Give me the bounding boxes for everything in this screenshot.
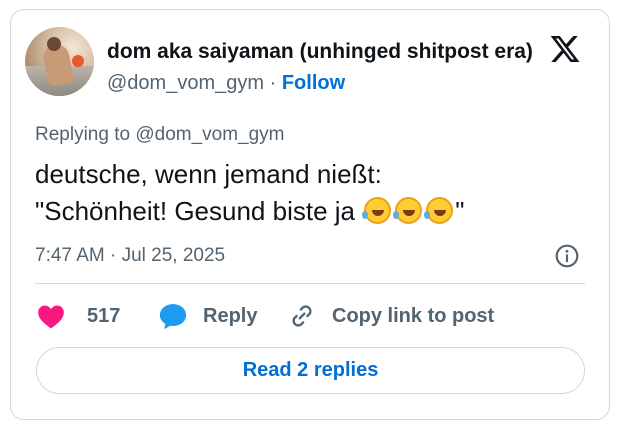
copy-link-label: Copy link to post <box>332 304 495 327</box>
rolling-on-floor-laughing-icon <box>424 197 454 224</box>
x-logo-icon[interactable] <box>548 33 582 65</box>
avatar[interactable] <box>25 27 94 96</box>
follow-link[interactable]: Follow <box>282 72 345 94</box>
replying-to[interactable]: Replying to @dom_vom_gym <box>35 124 285 146</box>
info-icon[interactable] <box>554 243 580 269</box>
link-icon <box>292 305 312 327</box>
handle-row: @dom_vom_gym · Follow <box>107 72 345 95</box>
heart-icon <box>38 305 64 329</box>
timestamp[interactable]: 7:47 AM · Jul 25, 2025 <box>35 245 225 267</box>
reply-bubble-icon <box>159 304 187 330</box>
reply-button[interactable]: Reply <box>158 303 258 330</box>
rolling-on-floor-laughing-icon <box>393 197 423 224</box>
separator-dot: · <box>269 72 277 94</box>
tweet-line-2-close-quote: " <box>455 196 465 226</box>
rolling-on-floor-laughing-icon <box>362 197 392 224</box>
divider <box>35 283 585 284</box>
reply-label: Reply <box>203 304 258 327</box>
like-button[interactable]: 517 <box>37 303 120 329</box>
copy-link-button[interactable]: Copy link to post <box>288 303 494 329</box>
author-handle[interactable]: @dom_vom_gym <box>107 72 264 94</box>
tweet-text: deutsche, wenn jemand nießt: "Schönheit!… <box>35 156 464 230</box>
tweet-line-2-text: "Schönheit! Gesund biste ja <box>35 196 363 226</box>
read-replies-button[interactable]: Read 2 replies <box>36 347 585 394</box>
tweet-line-2: "Schönheit! Gesund biste ja " <box>35 193 464 230</box>
like-count: 517 <box>87 304 121 327</box>
tweet-line-1: deutsche, wenn jemand nießt: <box>35 159 382 189</box>
author-name[interactable]: dom aka saiyaman (unhinged shitpost era) <box>107 40 537 64</box>
